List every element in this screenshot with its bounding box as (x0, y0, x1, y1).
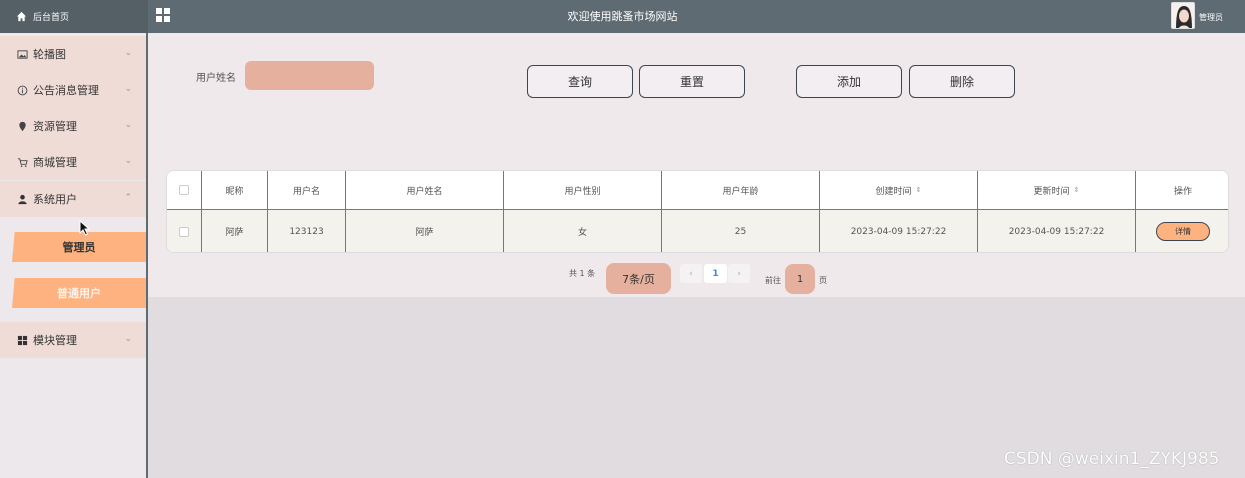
user-table: 昵称 用户名 用户姓名 用户性别 用户年龄 创建时间 ⇕ 更新时间 ⇕ 操作 阿萨 … (166, 170, 1229, 253)
table-row: 阿萨 123123 阿萨 女 25 2023-04-09 15:27:22 20… (167, 210, 1228, 252)
chevron-down-icon: ⌄ (124, 48, 132, 58)
chevron-down-icon: ⌄ (124, 84, 132, 94)
sidebar-item-modules[interactable]: 模块管理 ⌄ (0, 322, 146, 358)
cell-age: 25 (662, 210, 820, 252)
column-header: 操作 (1173, 186, 1192, 197)
location-icon (19, 121, 26, 131)
chevron-up-icon: ⌃ (124, 193, 132, 203)
user-name[interactable]: 管理员 (1199, 12, 1223, 23)
watermark: CSDN @weixin1_ZYKJ985 (1004, 449, 1220, 469)
column-header: 用户姓名 (346, 171, 504, 209)
search-label: 用户姓名 (196, 73, 236, 84)
user-icon (18, 194, 27, 204)
prev-page-button[interactable]: ‹ (680, 264, 702, 283)
search-input[interactable] (245, 61, 374, 90)
column-header: 用户名 (268, 171, 346, 209)
column-header: 用户性别 (504, 171, 662, 209)
column-header: 更新时间 (1033, 186, 1070, 197)
table-header-row: 昵称 用户名 用户姓名 用户性别 用户年龄 创建时间 ⇕ 更新时间 ⇕ 操作 (167, 171, 1228, 209)
avatar-portrait-icon (1176, 6, 1192, 28)
goto-label: 前往 (765, 276, 781, 285)
top-bar: 后台首页 欢迎使用跳蚤市场网站 管理员 (0, 0, 1245, 33)
cell-updated: 2023-04-09 15:27:22 (978, 210, 1136, 252)
column-header: 创建时间 (875, 186, 912, 197)
sidebar-item-label: 公告消息管理 (33, 84, 99, 97)
sidebar-subitem-normal-user[interactable]: 普通用户 (12, 278, 146, 308)
column-header: 用户年龄 (662, 171, 820, 209)
avatar[interactable] (1171, 2, 1195, 29)
sidebar-item-carousel[interactable]: 轮播图 ⌄ (0, 36, 146, 72)
column-header-sortable[interactable]: 更新时间 ⇕ (978, 171, 1136, 209)
cell-realname: 阿萨 (346, 210, 504, 252)
reset-button[interactable]: 重置 (639, 65, 745, 98)
sidebar-item-label: 资源管理 (33, 120, 77, 133)
cell-gender: 女 (504, 210, 662, 252)
sidebar-item-resources[interactable]: 资源管理 ⌄ (0, 108, 146, 144)
select-all-cell (167, 171, 202, 209)
cell-nickname: 阿萨 (202, 210, 268, 252)
sidebar-item-mall[interactable]: 商城管理 ⌄ (0, 144, 146, 180)
page-number-current[interactable]: 1 (704, 264, 727, 283)
pagination-total: 共 1 条 (569, 269, 596, 278)
sidebar-item-announcements[interactable]: 公告消息管理 ⌄ (0, 72, 146, 108)
cell-username: 123123 (268, 210, 346, 252)
row-select-cell (167, 210, 202, 252)
page-size-select[interactable]: 7条/页 (606, 263, 671, 294)
sidebar-item-label: 轮播图 (33, 48, 66, 61)
chevron-down-icon: ⌄ (124, 120, 132, 130)
column-header: 昵称 (202, 171, 268, 209)
sort-icon[interactable]: ⇕ (916, 186, 922, 194)
image-icon (17, 49, 28, 59)
sidebar-item-label: 模块管理 (33, 334, 77, 347)
column-header-sortable[interactable]: 创建时间 ⇕ (820, 171, 978, 209)
sidebar-item-label: 商城管理 (33, 156, 77, 169)
sidebar-item-label: 系统用户 (33, 193, 77, 206)
grid-icon (17, 335, 28, 345)
detail-button[interactable]: 详情 (1156, 222, 1210, 241)
info-icon (17, 85, 28, 95)
page-suffix: 页 (819, 276, 827, 285)
next-page-button[interactable]: › (728, 264, 750, 283)
mouse-cursor-icon (79, 220, 91, 236)
row-checkbox[interactable] (179, 226, 189, 237)
sidebar-item-system-users[interactable]: 系统用户 ⌃ (0, 181, 146, 217)
query-button[interactable]: 查询 (527, 65, 633, 98)
chevron-down-icon: ⌄ (124, 334, 132, 344)
goto-page-input[interactable]: 1 (785, 264, 815, 294)
main-panel: 用户姓名 查询 重置 添加 删除 昵称 用户名 用户姓名 用户性别 用户年龄 创… (148, 33, 1245, 297)
cell-created: 2023-04-09 15:27:22 (820, 210, 978, 252)
sort-icon[interactable]: ⇕ (1074, 186, 1080, 194)
cell-action: 详情 (1136, 210, 1228, 252)
select-all-checkbox[interactable] (179, 185, 189, 195)
site-title: 欢迎使用跳蚤市场网站 (567, 10, 678, 23)
chevron-down-icon: ⌄ (124, 156, 132, 166)
delete-button[interactable]: 删除 (909, 65, 1015, 98)
cart-icon (17, 157, 28, 167)
add-button[interactable]: 添加 (796, 65, 902, 98)
sidebar: 轮播图 ⌄ 公告消息管理 ⌄ 资源管理 ⌄ 商城管理 ⌄ 系统用户 ⌃ 管理员 … (0, 33, 148, 478)
sidebar-subitem-admin[interactable]: 管理员 (12, 232, 146, 262)
